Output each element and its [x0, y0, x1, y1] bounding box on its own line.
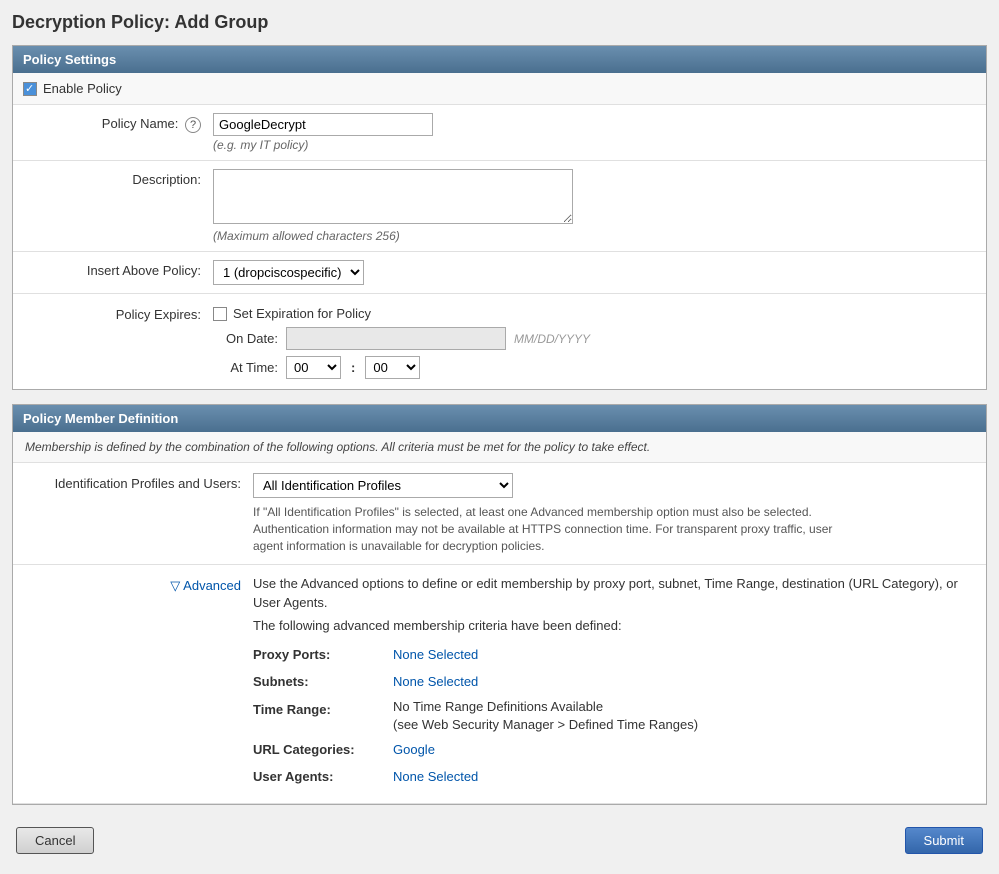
policy-name-label: Policy Name: ?: [13, 113, 213, 133]
time-hour-select[interactable]: 00010203 04050607 08091011 12131415 1617…: [286, 356, 341, 379]
insert-above-label: Insert Above Policy:: [13, 260, 213, 278]
criteria-time-range: Time Range: No Time Range Definitions Av…: [253, 698, 976, 734]
policy-expires-control: Set Expiration for Policy On Date: MM/DD…: [213, 304, 986, 379]
policy-expires-row: Policy Expires: Set Expiration for Polic…: [13, 294, 986, 389]
advanced-desc1: Use the Advanced options to define or ed…: [253, 575, 976, 611]
membership-info: Membership is defined by the combination…: [13, 432, 986, 463]
insert-above-select[interactable]: 1 (dropciscospecific): [213, 260, 364, 285]
proxy-ports-key: Proxy Ports:: [253, 643, 393, 666]
description-textarea[interactable]: [213, 169, 573, 224]
policy-name-hint: (e.g. my IT policy): [213, 138, 976, 152]
enable-policy-row: Enable Policy: [13, 73, 986, 105]
set-expiration-label: Set Expiration for Policy: [233, 306, 371, 321]
advanced-content: Use the Advanced options to define or ed…: [253, 575, 986, 792]
bottom-bar: Cancel Submit: [12, 819, 987, 862]
policy-member-header: Policy Member Definition: [13, 405, 986, 432]
user-agents-key: User Agents:: [253, 765, 393, 788]
time-minute-select[interactable]: 00153045: [365, 356, 420, 379]
advanced-toggle[interactable]: ▽ Advanced: [170, 578, 241, 593]
proxy-ports-value[interactable]: None Selected: [393, 643, 478, 666]
policy-name-row: Policy Name: ? (e.g. my IT policy): [13, 105, 986, 161]
enable-policy-label: Enable Policy: [43, 81, 122, 96]
policy-settings-section: Policy Settings Enable Policy Policy Nam…: [12, 45, 987, 390]
advanced-criteria-title: The following advanced membership criter…: [253, 618, 976, 633]
url-categories-key: URL Categories:: [253, 738, 393, 761]
user-agents-value[interactable]: None Selected: [393, 765, 478, 788]
time-range-value: No Time Range Definitions Available (see…: [393, 698, 698, 734]
policy-name-help-icon[interactable]: ?: [185, 117, 201, 133]
criteria-proxy-ports: Proxy Ports: None Selected: [253, 643, 976, 666]
subnets-key: Subnets:: [253, 670, 393, 693]
description-label: Description:: [13, 169, 213, 187]
subnets-value[interactable]: None Selected: [393, 670, 478, 693]
time-colon: :: [351, 360, 355, 375]
id-profiles-label: Identification Profiles and Users:: [13, 473, 253, 491]
criteria-subnets: Subnets: None Selected: [253, 670, 976, 693]
description-hint: (Maximum allowed characters 256): [213, 229, 976, 243]
set-expiration-checkbox[interactable]: [213, 307, 227, 321]
date-input[interactable]: [286, 327, 506, 350]
cancel-button[interactable]: Cancel: [16, 827, 94, 854]
on-date-label: On Date:: [213, 331, 278, 346]
policy-settings-header: Policy Settings: [13, 46, 986, 73]
policy-member-section: Policy Member Definition Membership is d…: [12, 404, 987, 805]
policy-name-input[interactable]: [213, 113, 433, 136]
advanced-label: ▽ Advanced: [13, 575, 253, 594]
date-format-hint: MM/DD/YYYY: [514, 332, 590, 346]
advanced-row: ▽ Advanced Use the Advanced options to d…: [13, 565, 986, 803]
url-categories-value[interactable]: Google: [393, 738, 435, 761]
policy-expires-label: Policy Expires:: [13, 304, 213, 322]
enable-policy-checkbox[interactable]: [23, 82, 37, 96]
insert-above-control: 1 (dropciscospecific): [213, 260, 986, 285]
criteria-user-agents: User Agents: None Selected: [253, 765, 976, 788]
id-profiles-info: If "All Identification Profiles" is sele…: [253, 504, 833, 554]
at-time-label: At Time:: [213, 360, 278, 375]
description-control: (Maximum allowed characters 256): [213, 169, 986, 243]
policy-name-control: (e.g. my IT policy): [213, 113, 986, 152]
id-profiles-control: All Identification Profiles If "All Iden…: [253, 473, 986, 554]
criteria-url-categories: URL Categories: Google: [253, 738, 976, 761]
criteria-table: Proxy Ports: None Selected Subnets: None…: [253, 643, 976, 789]
submit-button[interactable]: Submit: [905, 827, 983, 854]
description-row: Description: (Maximum allowed characters…: [13, 161, 986, 252]
time-range-key: Time Range:: [253, 698, 393, 721]
insert-above-row: Insert Above Policy: 1 (dropciscospecifi…: [13, 252, 986, 294]
id-profiles-row: Identification Profiles and Users: All I…: [13, 463, 986, 565]
id-profiles-select[interactable]: All Identification Profiles: [253, 473, 513, 498]
page-title: Decryption Policy: Add Group: [12, 12, 987, 33]
